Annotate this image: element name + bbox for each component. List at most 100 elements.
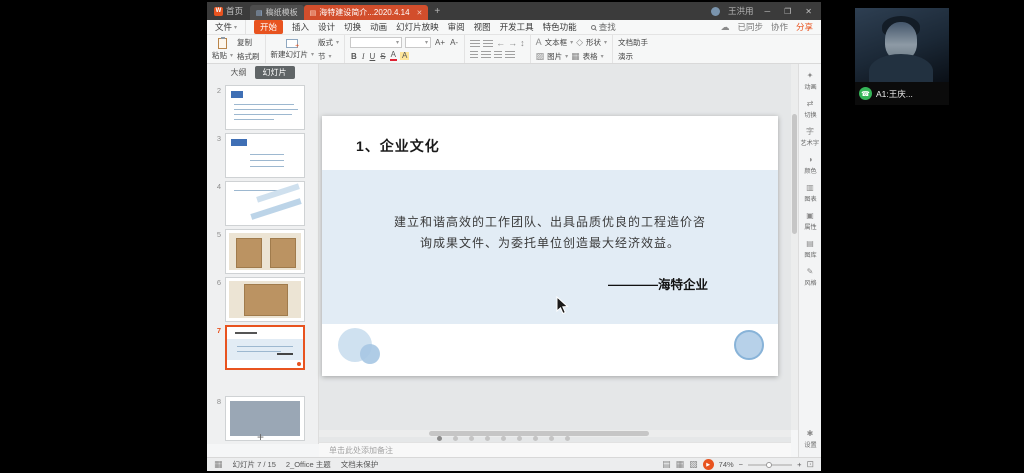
tab-transition[interactable]: 切换 xyxy=(344,21,361,33)
progress-dot[interactable] xyxy=(517,436,522,441)
share-button[interactable]: 分享 xyxy=(796,21,813,33)
copy-button[interactable]: 复制 xyxy=(237,37,260,48)
protect-status[interactable]: 文档未保护 xyxy=(341,459,379,470)
slide-thumbnail-2[interactable] xyxy=(225,85,305,130)
bullet-list-icon[interactable] xyxy=(470,40,480,48)
search-command[interactable]: 查找 xyxy=(591,21,616,33)
reading-view-icon[interactable]: ▧ xyxy=(689,460,698,469)
align-center-icon[interactable] xyxy=(481,51,491,59)
numbered-list-icon[interactable] xyxy=(483,40,493,48)
close-tab-icon[interactable]: ✕ xyxy=(417,9,423,17)
tab-insert[interactable]: 插入 xyxy=(292,21,309,33)
italic-button[interactable]: I xyxy=(361,52,366,61)
tab-review[interactable]: 审阅 xyxy=(448,21,465,33)
underline-button[interactable]: U xyxy=(369,52,377,61)
collab-button[interactable]: 协作 xyxy=(771,21,788,33)
bold-button[interactable]: B xyxy=(350,52,358,61)
slide-thumbnail-3[interactable] xyxy=(225,133,305,178)
user-name[interactable]: 王洪用 xyxy=(728,5,754,17)
zoom-out-button[interactable]: − xyxy=(739,460,743,469)
insert-textbox-button[interactable]: A文本框▾ xyxy=(536,37,574,48)
minimize-button[interactable]: ─ xyxy=(761,7,773,16)
align-left-icon[interactable] xyxy=(470,51,478,59)
sidebar-item-wordart[interactable]: 字艺术字 xyxy=(800,128,820,147)
file-menu[interactable]: 文件 ▾ xyxy=(207,20,246,34)
layout-button[interactable]: 版式▾ xyxy=(318,37,339,48)
slide-thumbnail-8[interactable] xyxy=(225,396,305,441)
insert-picture-button[interactable]: ▨图片▾ xyxy=(536,51,569,62)
vertical-scrollbar[interactable] xyxy=(791,64,798,430)
new-slide-button[interactable]: 新建幻灯片▾ xyxy=(271,39,315,60)
highlight-button[interactable]: A xyxy=(400,52,409,61)
increase-font-button[interactable]: A+ xyxy=(434,38,446,47)
user-avatar[interactable] xyxy=(711,7,720,16)
sidebar-item-settings[interactable]: ✱设置 xyxy=(804,430,817,449)
document-tab-active[interactable]: ▤ 海特建设简介...2020.4.14 ✕ xyxy=(304,5,429,20)
slide-thumbnail-6[interactable] xyxy=(225,277,305,322)
sorter-view-icon[interactable]: ▦ xyxy=(676,460,685,469)
restore-button[interactable]: ❐ xyxy=(781,7,794,16)
slide-signature[interactable]: ————海特企业 xyxy=(608,274,708,293)
sync-status[interactable]: 已同步 xyxy=(737,21,763,33)
font-size-select[interactable]: ▾ xyxy=(405,37,431,48)
normal-view-icon[interactable]: ▤ xyxy=(662,460,671,469)
progress-dot[interactable] xyxy=(485,436,490,441)
slide-thumbnail-7-active[interactable] xyxy=(225,325,305,370)
outdent-icon[interactable]: ← xyxy=(496,39,505,48)
tab-start[interactable]: 开始 xyxy=(254,20,283,34)
sidebar-item-gallery[interactable]: ▤图库 xyxy=(804,240,817,259)
current-slide[interactable]: 1、企业文化 建立和谐高效的工作团队、出具品质优良的工程造价咨 询成果文件、为委… xyxy=(322,116,778,376)
paste-button[interactable]: 粘贴▾ xyxy=(212,38,233,61)
progress-dot[interactable] xyxy=(501,436,506,441)
tab-slideshow[interactable]: 幻灯片放映 xyxy=(396,21,439,33)
slide-title[interactable]: 1、企业文化 xyxy=(356,136,440,156)
font-family-select[interactable]: ▾ xyxy=(350,37,402,48)
progress-dot[interactable] xyxy=(437,436,442,441)
align-right-icon[interactable] xyxy=(494,51,502,59)
progress-dot[interactable] xyxy=(549,436,554,441)
sidebar-item-style[interactable]: ✎风格 xyxy=(804,268,817,287)
tab-design[interactable]: 设计 xyxy=(318,21,335,33)
slides-view-tab[interactable]: 幻灯片 xyxy=(255,66,295,79)
tab-features[interactable]: 特色功能 xyxy=(543,21,577,33)
sidebar-item-animation[interactable]: ✦动画 xyxy=(804,72,817,91)
insert-shape-button[interactable]: ◇形状▾ xyxy=(576,37,607,48)
font-color-button[interactable]: A xyxy=(390,51,397,61)
close-button[interactable]: ✕ xyxy=(802,7,815,16)
line-spacing-icon[interactable]: ↕ xyxy=(520,39,525,48)
document-tab-template[interactable]: ▤ 稿纸模板 xyxy=(250,5,304,20)
add-slide-button[interactable]: + xyxy=(257,430,264,444)
tab-animation[interactable]: 动画 xyxy=(370,21,387,33)
video-call-overlay[interactable]: ☎ A1:王庆... xyxy=(855,8,949,105)
vertical-scrollbar-thumb[interactable] xyxy=(792,114,797,234)
sidebar-item-properties[interactable]: ▣属性 xyxy=(804,212,817,231)
indent-icon[interactable]: → xyxy=(508,39,517,48)
theme-name[interactable]: 2_Office 主题 xyxy=(286,459,331,470)
sidebar-item-chart[interactable]: ▥图表 xyxy=(804,184,817,203)
new-tab-button[interactable]: + xyxy=(428,6,446,17)
slide-thumbnail-4[interactable] xyxy=(225,181,305,226)
progress-dot[interactable] xyxy=(453,436,458,441)
insert-table-button[interactable]: ▦表格▾ xyxy=(571,51,604,62)
zoom-slider[interactable] xyxy=(748,464,792,466)
present-button[interactable]: 演示 xyxy=(618,51,648,62)
progress-dot[interactable] xyxy=(533,436,538,441)
sidebar-item-color[interactable]: ◑颜色 xyxy=(804,156,817,175)
format-painter-button[interactable]: 格式刷 xyxy=(237,51,260,62)
section-button[interactable]: 节▾ xyxy=(318,51,339,62)
justify-icon[interactable] xyxy=(505,51,515,59)
slide-body-text[interactable]: 建立和谐高效的工作团队、出具品质优良的工程造价咨 询成果文件、为委托单位创造最大… xyxy=(350,212,750,254)
progress-dot[interactable] xyxy=(469,436,474,441)
tab-devtools[interactable]: 开发工具 xyxy=(500,21,534,33)
notes-bar[interactable]: 单击此处添加备注 xyxy=(319,442,791,457)
tab-view[interactable]: 视图 xyxy=(474,21,491,33)
doc-assistant-button[interactable]: 文档助手 xyxy=(618,37,648,48)
decrease-font-button[interactable]: A- xyxy=(449,38,459,47)
progress-dot[interactable] xyxy=(565,436,570,441)
home-tab[interactable]: W 首页 xyxy=(207,2,250,20)
slide-thumbnail-5[interactable] xyxy=(225,229,305,274)
sidebar-item-transition[interactable]: ⇄切换 xyxy=(804,100,817,119)
outline-view-tab[interactable]: 大纲 xyxy=(231,67,247,78)
strikethrough-button[interactable]: S xyxy=(379,52,386,61)
play-slideshow-button[interactable]: ▶ xyxy=(703,459,714,470)
